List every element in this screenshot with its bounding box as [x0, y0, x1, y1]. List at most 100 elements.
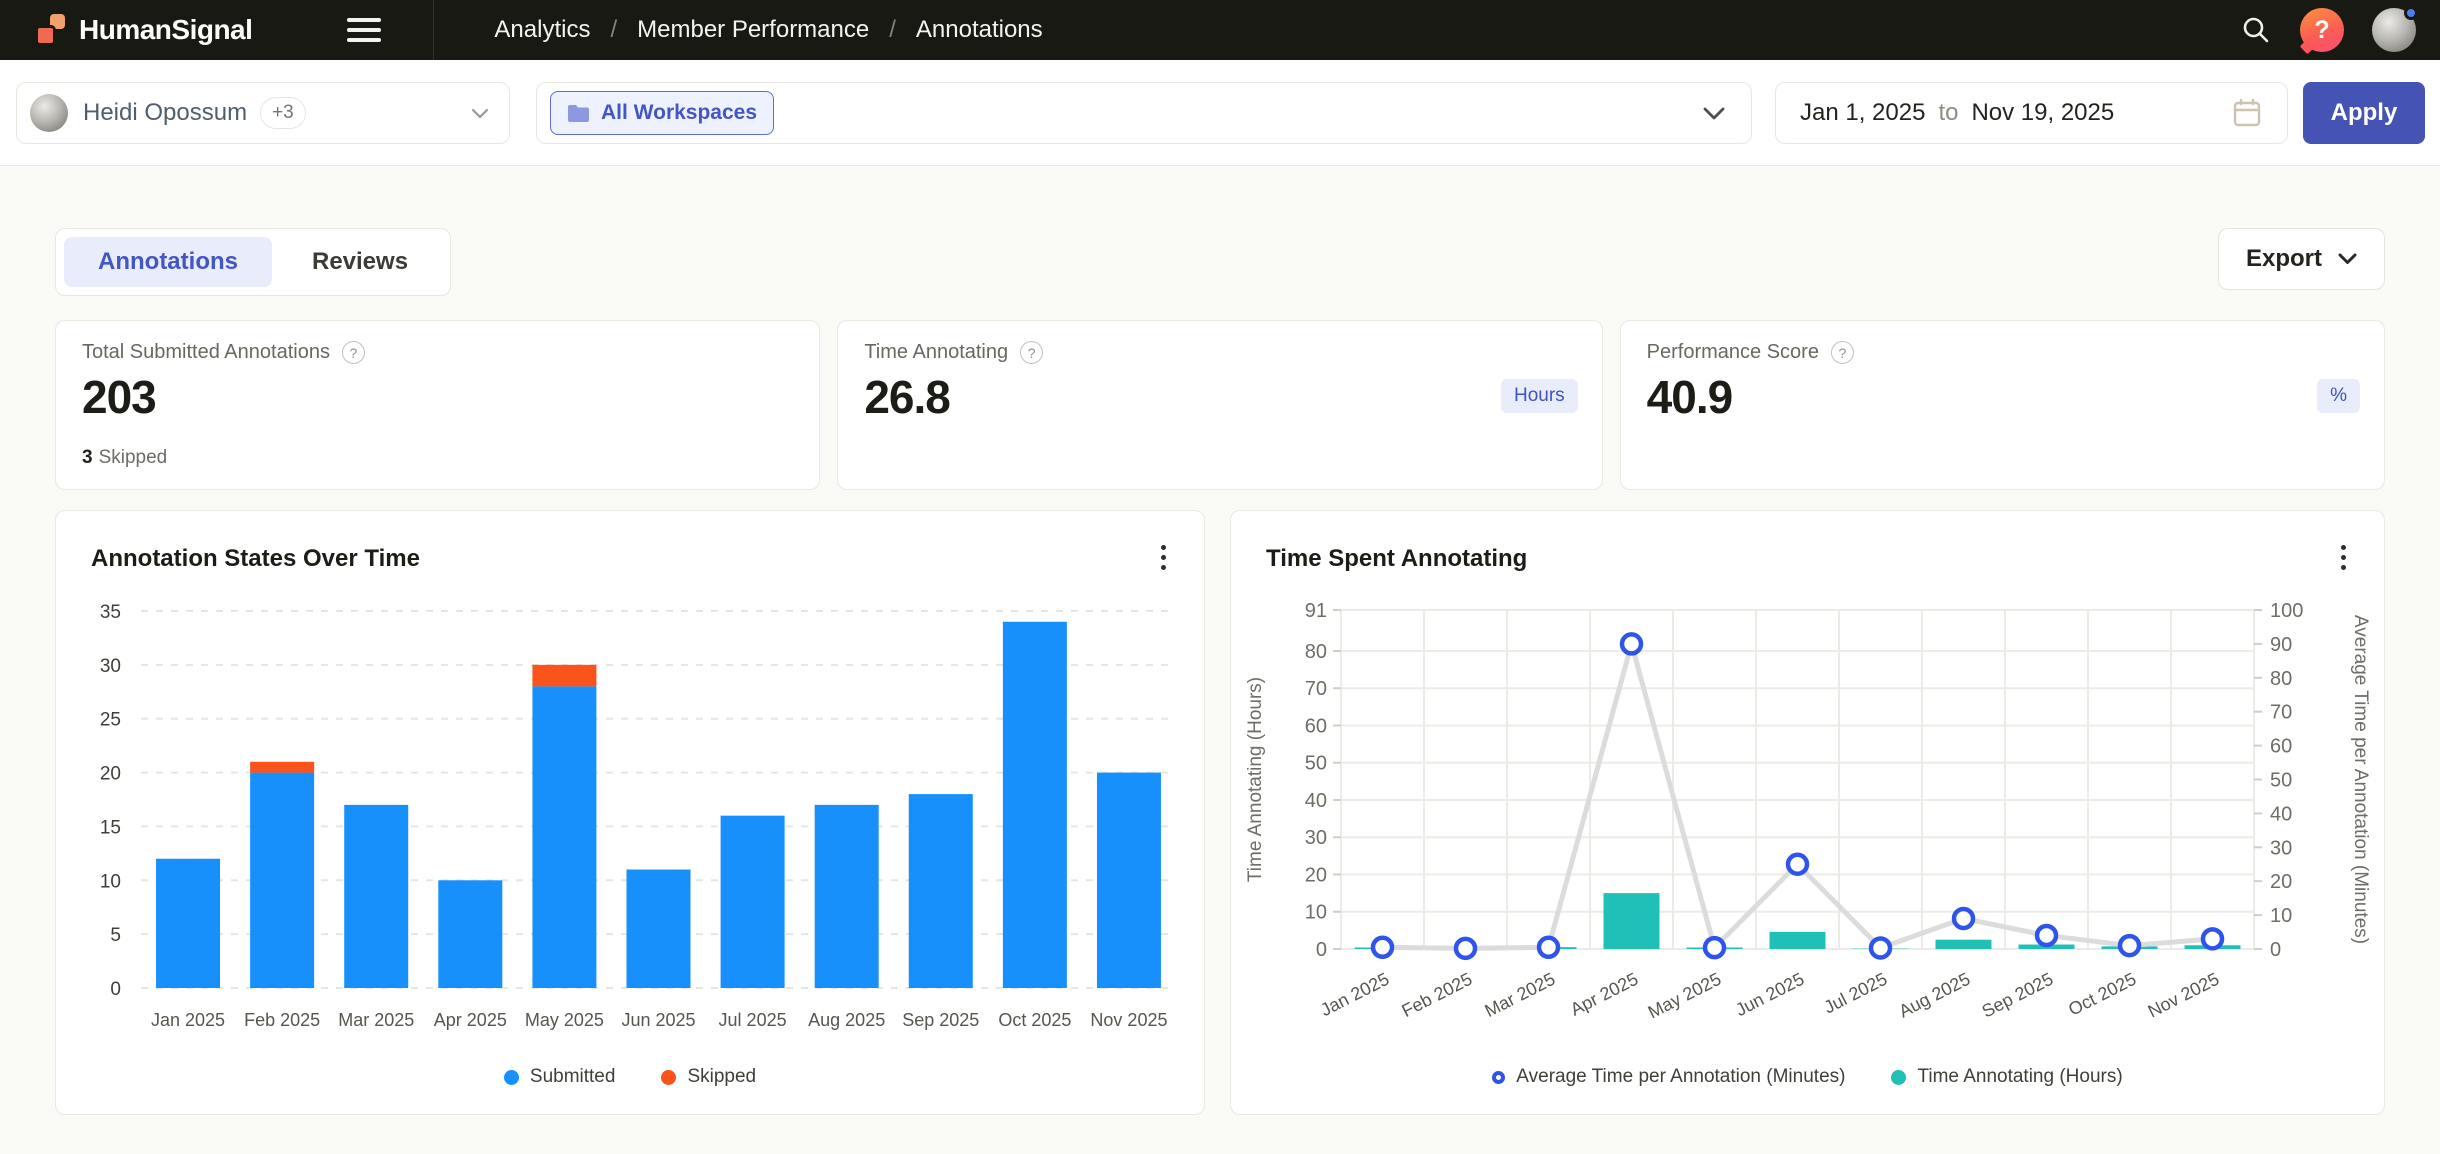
bar-series-marker-icon — [504, 1070, 519, 1085]
date-range-input[interactable]: Jan 1, 2025 to Nov 19, 2025 — [1775, 82, 2288, 144]
help-circle-icon[interactable]: ? — [1020, 341, 1043, 364]
brand[interactable]: HumanSignal — [35, 14, 252, 46]
time-spent-plot[interactable]: 0102030405060708091010203040506070809010… — [1231, 581, 2386, 1116]
annotation-states-card: Annotation States Over Time 051015202530… — [55, 510, 1205, 1115]
stat-footer: 3Skipped — [82, 447, 167, 469]
svg-text:30: 30 — [1305, 827, 1327, 849]
humansignal-logo-icon — [35, 14, 67, 46]
export-label: Export — [2246, 245, 2322, 273]
workspace-chip-label: All Workspaces — [601, 101, 757, 125]
svg-text:5: 5 — [110, 925, 121, 946]
tab-reviews[interactable]: Reviews — [278, 237, 442, 287]
svg-text:May 2025: May 2025 — [1645, 969, 1725, 1023]
legend-label: Time Annotating (Hours) — [1917, 1066, 2122, 1088]
date-to-label: to — [1938, 99, 1958, 127]
help-circle-icon[interactable]: ? — [1831, 341, 1854, 364]
svg-text:70: 70 — [2270, 702, 2292, 724]
svg-text:Sep 2025: Sep 2025 — [1979, 969, 2057, 1022]
filter-bar: Heidi Opossum +3 All Workspaces Jan 1, 2… — [0, 60, 2440, 166]
svg-text:Nov 2025: Nov 2025 — [2145, 969, 2223, 1022]
chevron-down-icon — [1703, 107, 1725, 120]
folder-icon — [567, 104, 590, 123]
apply-button[interactable]: Apply — [2303, 82, 2425, 144]
annotation-states-plot[interactable]: 05101520253035Jan 2025Feb 2025Mar 2025Ap… — [56, 581, 1206, 1116]
svg-text:Jul 2025: Jul 2025 — [1821, 969, 1891, 1018]
export-button[interactable]: Export — [2218, 228, 2385, 290]
svg-text:90: 90 — [2270, 634, 2292, 656]
svg-text:Jan 2025: Jan 2025 — [151, 1010, 225, 1030]
svg-text:Apr 2025: Apr 2025 — [1567, 969, 1641, 1020]
charts-row: Annotation States Over Time 051015202530… — [55, 510, 2385, 1115]
skipped-label: Skipped — [99, 447, 168, 468]
help-icon[interactable]: ? — [2300, 8, 2344, 52]
kebab-menu-icon[interactable] — [2337, 541, 2350, 574]
topbar-actions: ? — [2240, 8, 2440, 52]
member-select[interactable]: Heidi Opossum +3 — [16, 82, 510, 144]
member-more-count: +3 — [260, 97, 306, 129]
svg-text:70: 70 — [1305, 678, 1327, 700]
svg-text:20: 20 — [2270, 871, 2292, 893]
svg-text:Aug 2025: Aug 2025 — [808, 1010, 885, 1030]
breadcrumb-annotations[interactable]: Annotations — [916, 16, 1043, 44]
help-circle-icon[interactable]: ? — [342, 341, 365, 364]
svg-text:35: 35 — [100, 602, 121, 623]
svg-text:Nov 2025: Nov 2025 — [1090, 1010, 1167, 1030]
bar-series-marker-icon — [661, 1070, 676, 1085]
workspace-select[interactable]: All Workspaces — [536, 82, 1752, 144]
brand-name: HumanSignal — [79, 14, 252, 46]
stat-label: Total Submitted Annotations — [82, 341, 330, 364]
chart-title: Annotation States Over Time — [91, 545, 420, 573]
svg-text:Average Time per Annotation (M: Average Time per Annotation (Minutes) — [2350, 615, 2371, 944]
search-icon[interactable] — [2240, 14, 2272, 46]
svg-text:10: 10 — [1305, 902, 1327, 924]
legend-label: Skipped — [687, 1066, 756, 1088]
legend-item[interactable]: Time Annotating (Hours) — [1891, 1066, 2122, 1088]
svg-text:20: 20 — [100, 764, 121, 785]
member-name: Heidi Opossum — [83, 99, 247, 127]
tabs-row: Annotations Reviews Export — [55, 166, 2385, 296]
breadcrumb-member-performance[interactable]: Member Performance — [637, 16, 869, 44]
menu-icon[interactable] — [347, 18, 381, 42]
breadcrumb-separator: / — [889, 16, 896, 44]
page-content: Annotations Reviews Export Total Submitt… — [0, 166, 2440, 1154]
stats-row: Total Submitted Annotations ? 203 3Skipp… — [55, 320, 2385, 490]
date-start: Jan 1, 2025 — [1800, 99, 1925, 127]
stat-card-total-submitted: Total Submitted Annotations ? 203 3Skipp… — [55, 320, 820, 490]
chevron-down-icon — [2338, 253, 2357, 265]
chart-title: Time Spent Annotating — [1266, 545, 1527, 573]
unit-badge: Hours — [1501, 379, 1578, 413]
legend-item[interactable]: Average Time per Annotation (Minutes) — [1492, 1066, 1845, 1088]
svg-text:Sep 2025: Sep 2025 — [902, 1010, 979, 1030]
kebab-menu-icon[interactable] — [1157, 541, 1170, 574]
legend-label: Average Time per Annotation (Minutes) — [1516, 1066, 1845, 1088]
legend-item[interactable]: Skipped — [661, 1066, 756, 1088]
svg-text:Aug 2025: Aug 2025 — [1896, 969, 1974, 1022]
calendar-icon — [2231, 97, 2263, 129]
svg-text:30: 30 — [100, 656, 121, 677]
user-avatar[interactable] — [2372, 8, 2416, 52]
svg-text:0: 0 — [110, 979, 121, 1000]
svg-text:40: 40 — [2270, 803, 2292, 825]
svg-text:10: 10 — [100, 871, 121, 892]
legend-item[interactable]: Submitted — [504, 1066, 616, 1088]
breadcrumb-separator: / — [610, 16, 617, 44]
tab-annotations[interactable]: Annotations — [64, 237, 272, 287]
svg-text:Mar 2025: Mar 2025 — [338, 1010, 414, 1030]
breadcrumb-analytics[interactable]: Analytics — [494, 16, 590, 44]
stat-label: Time Annotating — [864, 341, 1008, 364]
svg-text:30: 30 — [2270, 837, 2292, 859]
svg-text:0: 0 — [1316, 939, 1327, 961]
svg-text:15: 15 — [100, 817, 121, 838]
svg-text:Oct 2025: Oct 2025 — [2065, 969, 2139, 1020]
svg-text:Jun 2025: Jun 2025 — [621, 1010, 695, 1030]
breadcrumb: Analytics / Member Performance / Annotat… — [494, 16, 1042, 44]
time-spent-card: Time Spent Annotating 010203040506070809… — [1230, 510, 2385, 1115]
line-series-marker-icon — [1492, 1071, 1505, 1084]
svg-text:60: 60 — [1305, 715, 1327, 737]
svg-text:50: 50 — [1305, 753, 1327, 775]
workspace-chip[interactable]: All Workspaces — [550, 91, 774, 135]
svg-text:60: 60 — [2270, 736, 2292, 758]
tab-group: Annotations Reviews — [55, 228, 451, 296]
svg-text:91: 91 — [1305, 600, 1327, 622]
svg-text:Time Annotating (Hours): Time Annotating (Hours) — [1245, 677, 1266, 882]
